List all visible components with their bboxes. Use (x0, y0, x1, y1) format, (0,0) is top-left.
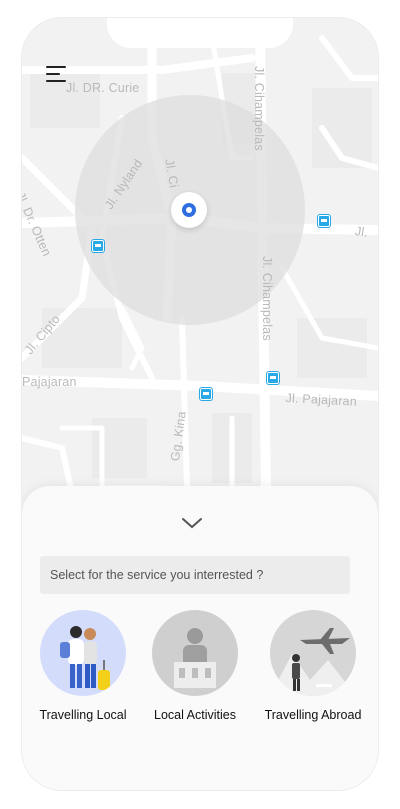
street-label: Jl. DR. Curie (66, 81, 140, 95)
street-label: Jl. Cihampelas (260, 256, 274, 341)
street-label: Jl. (354, 224, 369, 240)
map-view[interactable]: Jl. DR. Curie Jl. Dr. Otten Jl. Nyland J… (22, 18, 378, 538)
service-travelling-abroad[interactable]: Travelling Abroad (258, 610, 368, 722)
service-travelling-local[interactable]: Travelling Local (28, 610, 138, 722)
service-local-activities[interactable]: Local Activities (140, 610, 250, 722)
service-bottom-sheet: Travelling Local Local Activities (22, 486, 378, 790)
travelling-local-illustration-icon (40, 610, 126, 696)
street-label: Jl. Cihampelas (252, 66, 266, 151)
local-activities-illustration-icon (152, 610, 238, 696)
location-dot (182, 203, 196, 217)
bus-stop-icon[interactable] (267, 372, 279, 384)
service-label: Travelling Local (39, 708, 127, 722)
service-search-input[interactable] (40, 556, 350, 594)
map-roads (22, 18, 378, 538)
chevron-down-icon[interactable] (180, 516, 204, 530)
street-label: Pajajaran (22, 375, 77, 389)
bus-stop-icon[interactable] (92, 240, 104, 252)
service-label: Travelling Abroad (264, 708, 362, 722)
service-label: Local Activities (154, 708, 236, 722)
bus-stop-icon[interactable] (200, 388, 212, 400)
phone-frame: Jl. DR. Curie Jl. Dr. Otten Jl. Nyland J… (22, 18, 378, 790)
current-location-pin-icon[interactable] (171, 192, 207, 228)
device-notch (107, 18, 293, 48)
travelling-abroad-illustration-icon (270, 610, 356, 696)
bus-stop-icon[interactable] (318, 215, 330, 227)
hamburger-menu-icon[interactable] (46, 66, 66, 82)
